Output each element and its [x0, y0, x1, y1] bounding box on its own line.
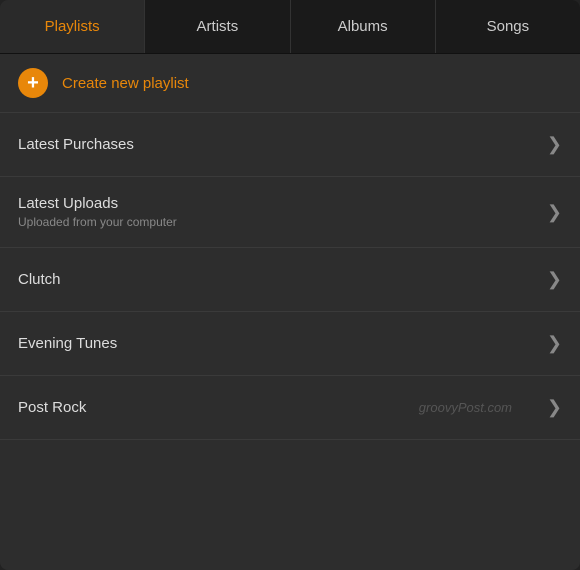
playlist-list: Latest Purchases ❯ Latest Uploads Upload…: [0, 113, 580, 570]
playlist-name-latest-purchases: Latest Purchases: [18, 136, 134, 153]
tab-songs[interactable]: Songs: [436, 0, 580, 53]
tab-artists[interactable]: Artists: [145, 0, 290, 53]
playlist-item-clutch[interactable]: Clutch ❯: [0, 248, 580, 312]
chevron-icon-evening-tunes: ❯: [547, 333, 562, 354]
playlist-item-latest-purchases[interactable]: Latest Purchases ❯: [0, 113, 580, 177]
playlist-name-evening-tunes: Evening Tunes: [18, 335, 117, 352]
tab-playlists[interactable]: Playlists: [0, 0, 145, 53]
playlist-item-evening-tunes[interactable]: Evening Tunes ❯: [0, 312, 580, 376]
chevron-icon-clutch: ❯: [547, 269, 562, 290]
tab-bar: Playlists Artists Albums Songs: [0, 0, 580, 54]
playlist-name-latest-uploads: Latest Uploads: [18, 195, 177, 212]
playlist-name-clutch: Clutch: [18, 271, 61, 288]
create-playlist-button[interactable]: + Create new playlist: [0, 54, 580, 113]
plus-icon: +: [18, 68, 48, 98]
playlist-sub-latest-uploads: Uploaded from your computer: [18, 215, 177, 229]
chevron-icon-post-rock: ❯: [547, 397, 562, 418]
create-playlist-label: Create new playlist: [62, 75, 189, 92]
watermark-label: groovyPost.com: [419, 400, 512, 415]
playlist-item-post-rock[interactable]: Post Rock groovyPost.com ❯: [0, 376, 580, 440]
tab-albums[interactable]: Albums: [291, 0, 436, 53]
chevron-icon-latest-uploads: ❯: [547, 202, 562, 223]
playlist-name-post-rock: Post Rock: [18, 399, 86, 416]
app-container: Playlists Artists Albums Songs + Create …: [0, 0, 580, 570]
chevron-icon-latest-purchases: ❯: [547, 134, 562, 155]
playlist-item-latest-uploads[interactable]: Latest Uploads Uploaded from your comput…: [0, 177, 580, 248]
